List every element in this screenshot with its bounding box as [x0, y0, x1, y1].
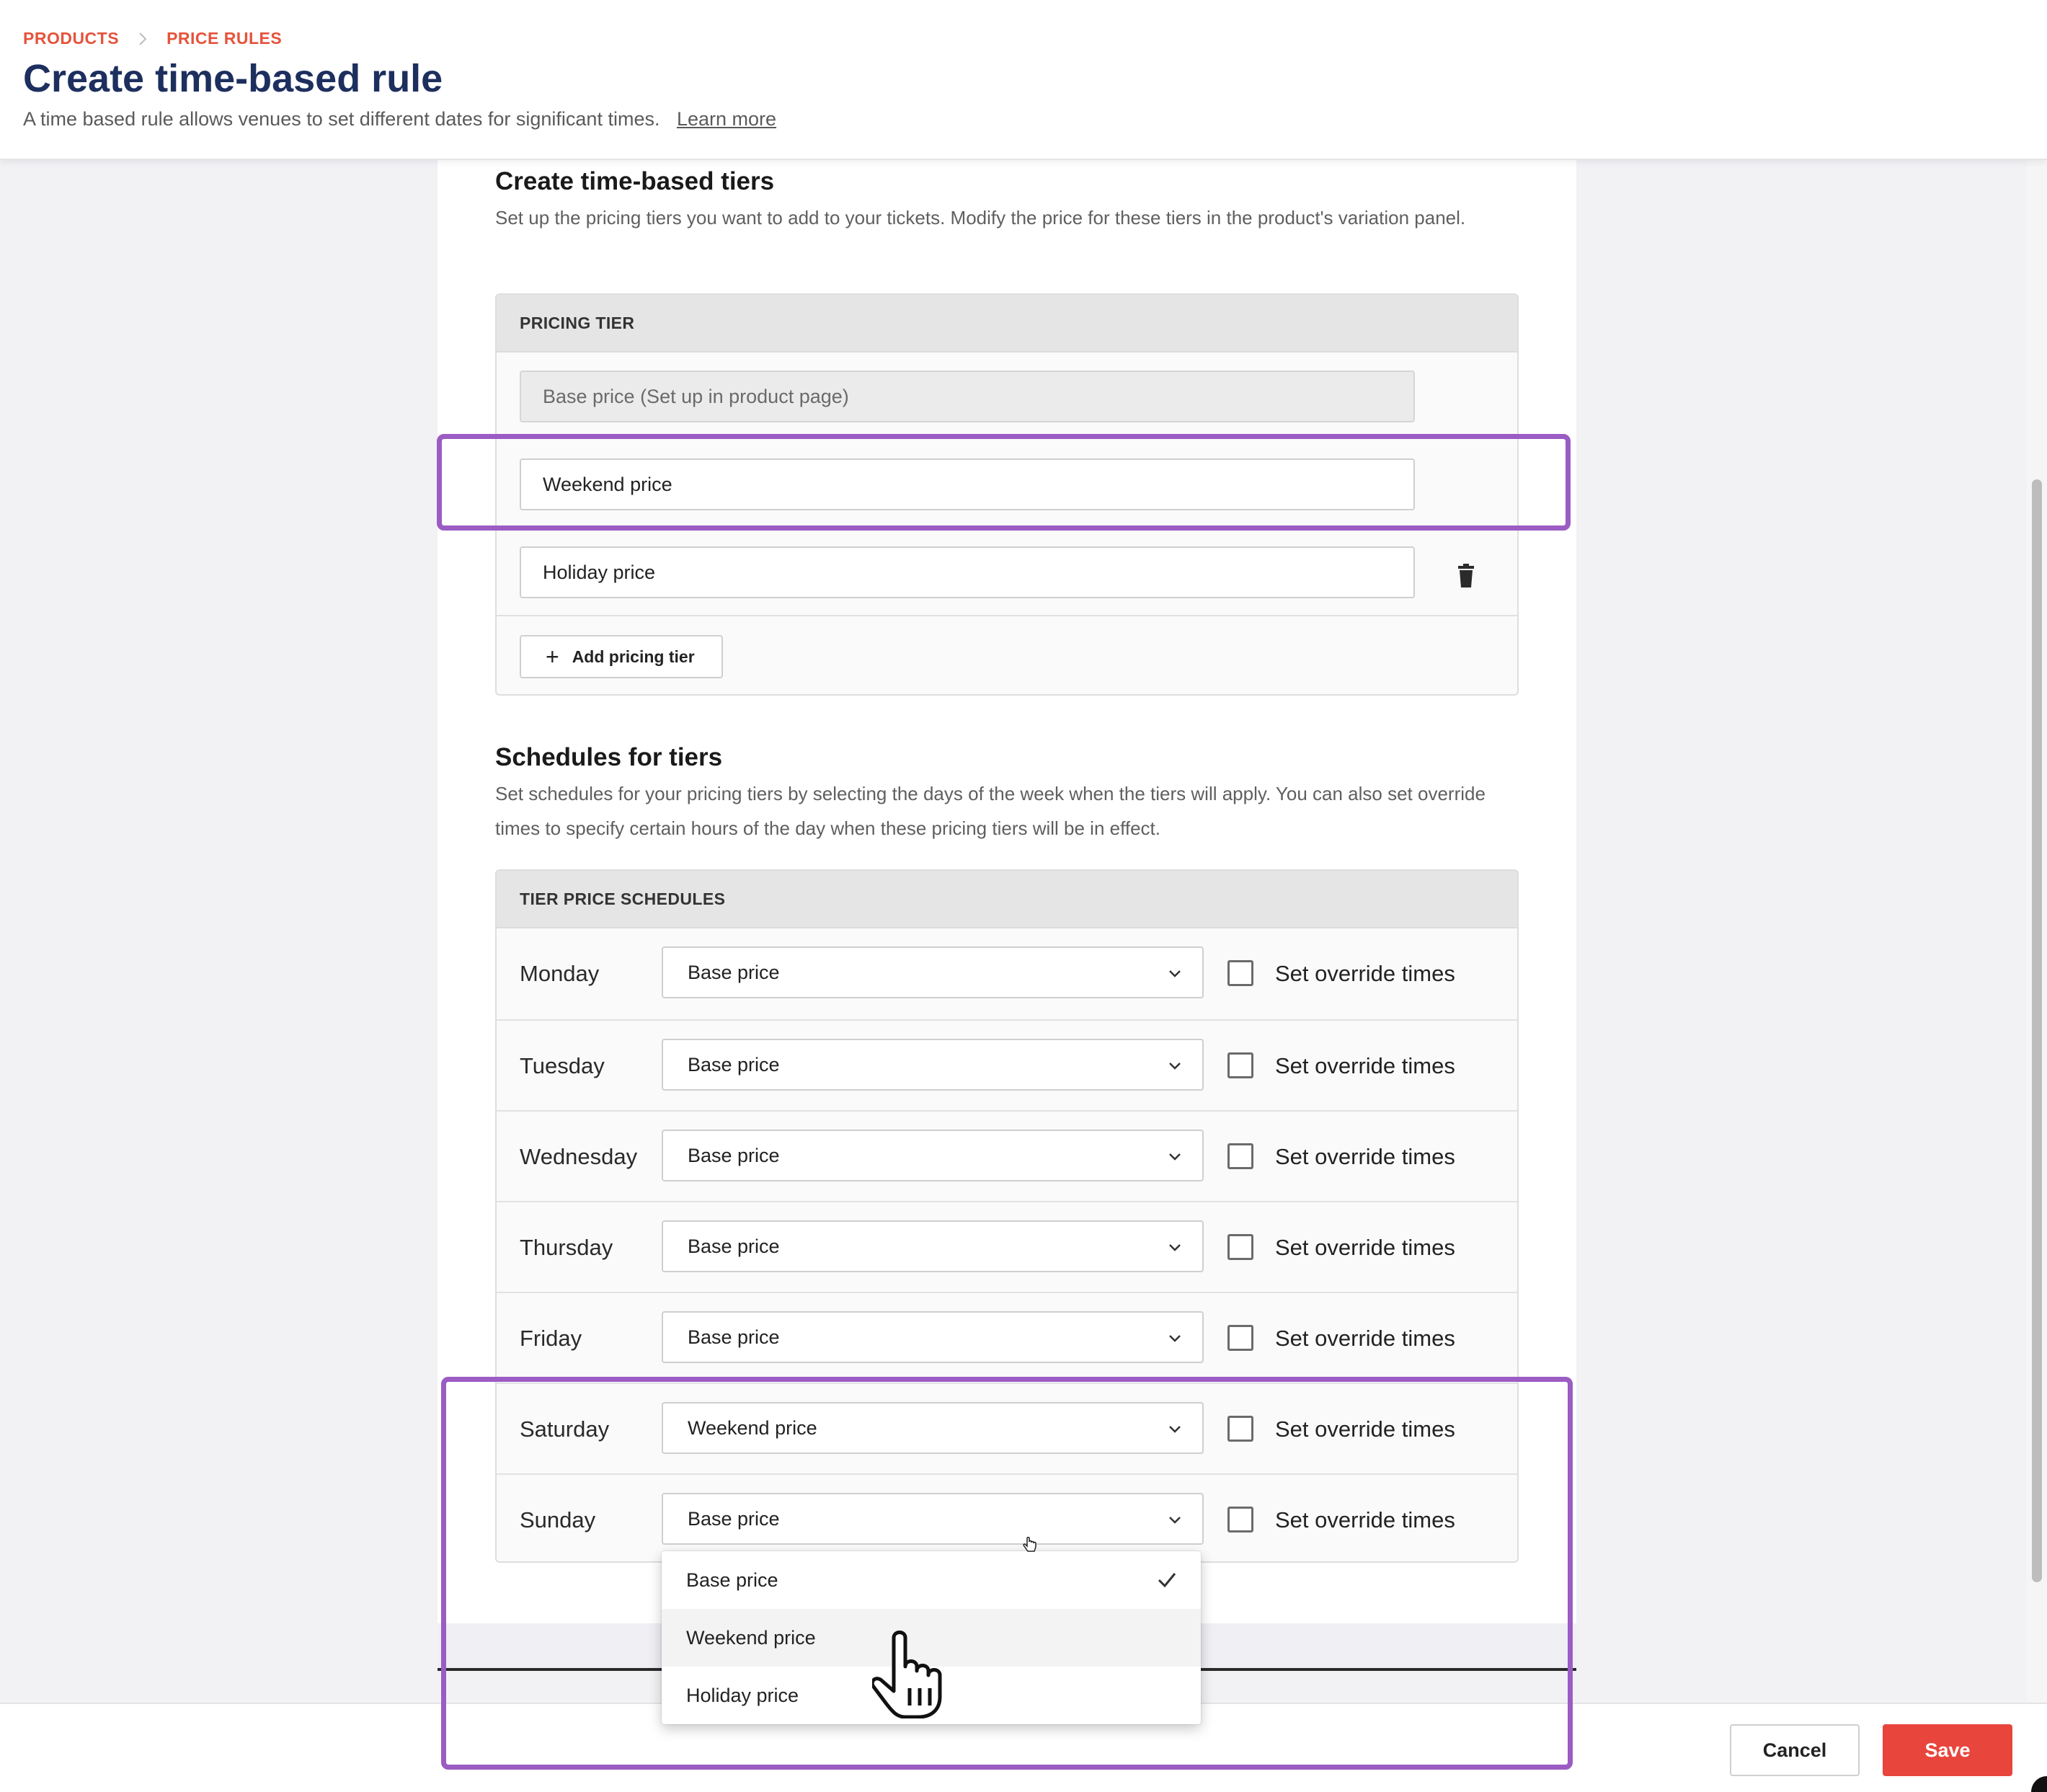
- schedule-row-friday: Friday Base price Set override times: [497, 1292, 1517, 1383]
- schedule-row-monday: Monday Base price Set override times: [497, 928, 1517, 1019]
- breadcrumb-price-rules[interactable]: PRICE RULES: [166, 29, 282, 48]
- select-value: Base price: [688, 1235, 780, 1257]
- plus-icon: +: [546, 644, 559, 670]
- override-checkbox-monday[interactable]: [1227, 960, 1253, 986]
- chevron-down-icon: [1169, 1063, 1181, 1070]
- schedule-row-sunday: Sunday Base price Set override times: [497, 1473, 1517, 1561]
- select-value: Base price: [688, 1507, 780, 1530]
- select-value: Base price: [688, 1326, 780, 1348]
- tiers-section-title: Create time-based tiers: [495, 167, 775, 195]
- schedule-row-thursday: Thursday Base price Set override times: [497, 1201, 1517, 1292]
- chevron-down-icon: [1169, 970, 1181, 977]
- tier-input-holiday[interactable]: Holiday price: [520, 546, 1415, 598]
- option-label: Holiday price: [686, 1684, 799, 1706]
- tier-select-monday[interactable]: Base price: [662, 946, 1204, 998]
- breadcrumb-products[interactable]: PRODUCTS: [23, 29, 119, 48]
- override-label[interactable]: Set override times: [1275, 1475, 1455, 1561]
- tier-select-friday[interactable]: Base price: [662, 1311, 1204, 1363]
- override-label[interactable]: Set override times: [1275, 1112, 1455, 1202]
- schedules-section-title: Schedules for tiers: [495, 743, 723, 771]
- chevron-down-icon: [1169, 1335, 1181, 1342]
- schedule-row-wednesday: Wednesday Base price Set override times: [497, 1110, 1517, 1201]
- trash-icon[interactable]: [1455, 564, 1477, 588]
- override-checkbox-saturday[interactable]: [1227, 1416, 1253, 1442]
- pricing-tier-box: PRICING TIER Base price (Set up in produ…: [495, 293, 1519, 696]
- select-value: Base price: [688, 1144, 780, 1166]
- day-label: Saturday: [520, 1416, 610, 1442]
- day-label: Thursday: [520, 1235, 613, 1260]
- override-label[interactable]: Set override times: [1275, 928, 1455, 1019]
- tier-price-schedules-header: TIER PRICE SCHEDULES: [497, 871, 1517, 928]
- page-header: PRODUCTS PRICE RULES Create time-based r…: [0, 0, 2047, 160]
- subtitle-text: A time based rule allows venues to set d…: [23, 108, 660, 130]
- day-label: Wednesday: [520, 1144, 638, 1169]
- chevron-down-icon: [1169, 1244, 1181, 1251]
- tier-select-sunday[interactable]: Base price: [662, 1493, 1204, 1545]
- tier-select-wednesday[interactable]: Base price: [662, 1130, 1204, 1181]
- day-label: Sunday: [520, 1507, 596, 1532]
- override-checkbox-thursday[interactable]: [1227, 1234, 1253, 1260]
- save-button[interactable]: Save: [1883, 1724, 2012, 1776]
- hand-cursor-icon: [872, 1631, 942, 1718]
- chevron-down-icon: [1169, 1517, 1181, 1524]
- override-checkbox-friday[interactable]: [1227, 1325, 1253, 1351]
- day-label: Monday: [520, 961, 600, 986]
- day-label: Tuesday: [520, 1053, 605, 1078]
- schedule-row-tuesday: Tuesday Base price Set override times: [497, 1019, 1517, 1110]
- cancel-button[interactable]: Cancel: [1730, 1724, 1860, 1776]
- option-label: Weekend price: [686, 1626, 816, 1649]
- breadcrumb: PRODUCTS PRICE RULES: [23, 29, 282, 48]
- scrollbar-thumb[interactable]: [2032, 479, 2042, 1582]
- pointer-cursor-icon: [1023, 1537, 1036, 1552]
- dropdown-option-base[interactable]: Base price: [662, 1551, 1201, 1609]
- override-checkbox-sunday[interactable]: [1227, 1507, 1253, 1532]
- chevron-down-icon: [1169, 1426, 1181, 1433]
- option-label: Base price: [686, 1569, 778, 1591]
- tier-input-weekend[interactable]: Weekend price: [520, 458, 1415, 510]
- tier-select-saturday[interactable]: Weekend price: [662, 1402, 1204, 1454]
- pricing-tier-header: PRICING TIER: [497, 295, 1517, 352]
- select-value: Base price: [688, 1053, 780, 1075]
- tier-price-schedules-box: TIER PRICE SCHEDULES Monday Base price S…: [495, 869, 1519, 1563]
- page-title: Create time-based rule: [23, 57, 443, 100]
- tier-select-thursday[interactable]: Base price: [662, 1220, 1204, 1272]
- override-label[interactable]: Set override times: [1275, 1384, 1455, 1475]
- tiers-section-description: Set up the pricing tiers you want to add…: [495, 207, 1466, 229]
- add-pricing-tier-button[interactable]: + Add pricing tier: [520, 635, 723, 678]
- schedule-row-saturday: Saturday Weekend price Set override time…: [497, 1383, 1517, 1473]
- override-label[interactable]: Set override times: [1275, 1021, 1455, 1112]
- schedules-section-description: Set schedules for your pricing tiers by …: [495, 783, 1486, 839]
- day-label: Friday: [520, 1326, 582, 1351]
- page-subtitle: A time based rule allows venues to set d…: [23, 108, 776, 130]
- select-value: Base price: [688, 961, 780, 983]
- tier-select-tuesday[interactable]: Base price: [662, 1039, 1204, 1091]
- chevron-right-icon: [135, 31, 151, 47]
- override-checkbox-wednesday[interactable]: [1227, 1143, 1253, 1169]
- checkmark-icon: [1158, 1573, 1176, 1588]
- override-label[interactable]: Set override times: [1275, 1293, 1455, 1384]
- override-checkbox-tuesday[interactable]: [1227, 1052, 1253, 1078]
- override-label[interactable]: Set override times: [1275, 1202, 1455, 1293]
- select-value: Weekend price: [688, 1416, 817, 1439]
- add-pricing-tier-label: Add pricing tier: [572, 647, 695, 666]
- base-price-input: Base price (Set up in product page): [520, 371, 1415, 422]
- tier-divider: [497, 615, 1517, 616]
- learn-more-link[interactable]: Learn more: [677, 108, 776, 130]
- chevron-down-icon: [1169, 1153, 1181, 1161]
